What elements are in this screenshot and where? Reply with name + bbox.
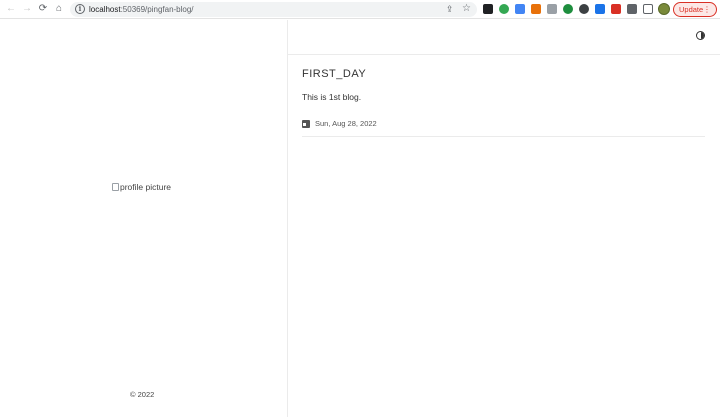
main-content: FIRST_DAY This is 1st blog. Sun, Aug 28,… <box>288 20 720 417</box>
extension-green-circle-icon[interactable] <box>499 4 509 14</box>
url-path: :50369/pingfan-blog/ <box>120 5 194 14</box>
theme-toggle-icon[interactable] <box>696 31 705 40</box>
site-info-icon[interactable]: i <box>75 4 85 14</box>
share-icon[interactable]: ⇪ <box>446 4 454 15</box>
extension-green-check-icon[interactable] <box>563 4 573 14</box>
extension-translate-icon[interactable] <box>515 4 525 14</box>
side-panel-icon[interactable] <box>643 4 653 14</box>
avatar[interactable] <box>658 3 670 15</box>
profile-sidebar: profile picture © 2022 <box>0 20 288 417</box>
bookmark-star-icon[interactable]: ☆ <box>462 3 471 15</box>
puzzle-extensions-icon[interactable] <box>627 4 637 14</box>
profile-picture: profile picture <box>112 182 171 192</box>
update-label: Update <box>679 5 704 14</box>
back-button[interactable]: ← <box>5 3 17 15</box>
page: profile picture © 2022 FIRST_DAY This is… <box>0 20 720 417</box>
calendar-icon <box>302 119 310 128</box>
home-button[interactable]: ⌂ <box>53 3 65 15</box>
reload-button[interactable]: ⟳ <box>37 3 49 15</box>
post-summary: This is 1st blog. <box>302 92 362 102</box>
extension-orange-icon[interactable] <box>531 4 541 14</box>
extension-black-square-icon[interactable] <box>483 4 493 14</box>
forward-button[interactable]: → <box>21 3 33 15</box>
post-meta: Sun, Aug 28, 2022 <box>302 119 377 128</box>
profile-picture-alt: profile picture <box>120 182 172 192</box>
url-text[interactable]: localhost:50369/pingfan-blog/ <box>89 4 194 15</box>
extension-red-square-icon[interactable] <box>611 4 621 14</box>
url-host: localhost <box>89 5 121 14</box>
broken-image-icon <box>112 183 119 191</box>
copyright-text: © 2022 <box>130 390 155 399</box>
update-button[interactable]: Update ⋮ <box>673 2 717 17</box>
extension-blue-cap-icon[interactable] <box>595 4 605 14</box>
header-bar <box>288 20 720 55</box>
extension-grey-k-icon[interactable] <box>547 4 557 14</box>
post-title[interactable]: FIRST_DAY <box>302 68 366 80</box>
post-date: Sun, Aug 28, 2022 <box>315 119 377 128</box>
extension-dark-circle-icon[interactable] <box>579 4 589 14</box>
menu-dots-icon: ⋮ <box>703 5 711 14</box>
browser-toolbar: ← → ⟳ ⌂ i localhost:50369/pingfan-blog/ … <box>0 0 720 19</box>
post-divider <box>302 136 705 137</box>
address-bar[interactable]: i localhost:50369/pingfan-blog/ ⇪ ☆ <box>70 2 477 17</box>
